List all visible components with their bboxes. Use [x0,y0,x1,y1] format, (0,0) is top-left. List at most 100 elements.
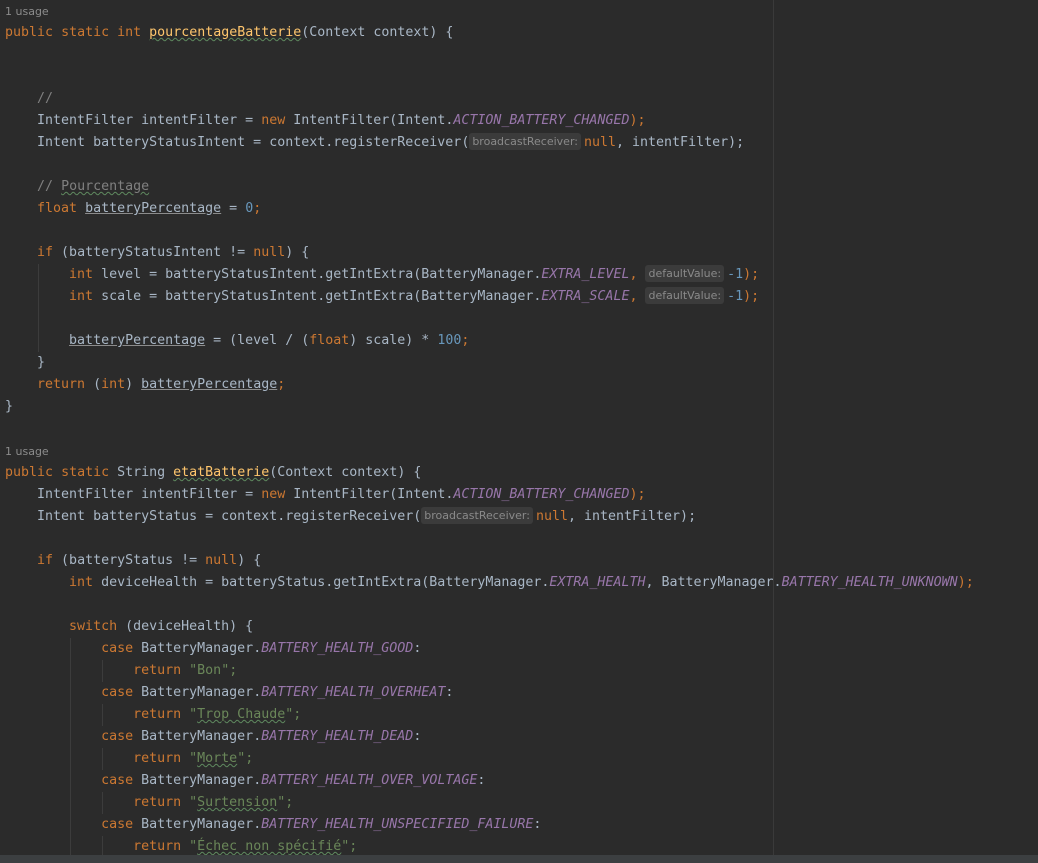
code-line[interactable]: return "Surtension"; [0,792,293,814]
code-line[interactable]: if (batteryStatus != null) { [0,550,261,572]
token: IntentFilter(Intent. [285,487,454,502]
token: return [133,795,182,810]
token: BatteryManager. [133,685,262,700]
string: Surtension [197,795,278,810]
code-line[interactable]: } [0,352,45,374]
token: if [37,553,54,568]
parameter-hint: defaultValue: [645,286,725,304]
code-line[interactable]: // Pourcentage [0,176,149,198]
token: , BatteryManager. [645,575,782,590]
parameter-hint: broadcastReceiver: [421,506,533,524]
code-line[interactable]: return "Morte"; [0,748,253,770]
token: null [253,245,286,260]
code-editor[interactable]: 1 usage public static int pourcentageBat… [0,0,1038,855]
token: scale = batteryStatusIntent.getIntExtra(… [93,289,542,304]
string: " [181,839,198,854]
code-line[interactable]: return "Échec non spécifié"; [0,836,357,855]
string: Morte [197,751,238,766]
token: deviceHealth = batteryStatus.getIntExtra… [93,575,550,590]
number: -1 [727,289,744,304]
code-line[interactable]: case BatteryManager.BATTERY_HEALTH_OVERH… [0,682,453,704]
token: ); [629,487,646,502]
code-line[interactable]: int scale = batteryStatusIntent.getIntEx… [0,286,759,308]
code-line[interactable]: case BatteryManager.BATTERY_HEALTH_DEAD: [0,726,421,748]
token: ) { [237,553,262,568]
token: : [533,817,542,832]
token: switch [69,619,118,634]
horizontal-scrollbar[interactable] [0,855,1038,863]
string: "; [237,751,254,766]
token: Intent batteryStatusIntent = context.reg… [37,135,470,150]
token: String [109,465,174,480]
string: "; [277,795,294,810]
string: " [181,751,198,766]
number: -1 [727,267,744,282]
string: Trop Chaude [197,707,286,722]
constant: EXTRA_HEALTH [549,575,646,590]
code-line[interactable]: int level = batteryStatusIntent.getIntEx… [0,264,759,286]
token: null [205,553,238,568]
token: BatteryManager. [133,817,262,832]
variable: batteryPercentage [141,377,278,392]
code-line[interactable]: if (batteryStatusIntent != null) { [0,242,309,264]
token: IntentFilter intentFilter = [37,113,262,128]
token: , [629,289,646,304]
string: " [181,795,198,810]
token: (batteryStatus != [53,553,206,568]
usage-count-label[interactable]: 1 usage [5,443,49,461]
token: (batteryStatusIntent != [53,245,254,260]
parameter-hint: broadcastReceiver: [469,132,581,150]
token: case [101,641,134,656]
string: Bon [197,663,222,678]
code-line[interactable]: // [0,88,53,110]
token: return [37,377,86,392]
token: case [101,685,134,700]
token: , intentFilter); [616,135,745,150]
code-line[interactable]: return (int) batteryPercentage; [0,374,285,396]
token: new [261,487,286,502]
comment: // [37,91,54,106]
token: (Context context) { [301,25,454,40]
string: "; [221,663,238,678]
token: , [629,267,646,282]
token: } [37,355,46,370]
code-line[interactable]: Intent batteryStatus = context.registerR… [0,506,696,528]
token: case [101,817,134,832]
token: if [37,245,54,260]
constant: BATTERY_HEALTH_DEAD [261,729,414,744]
code-line[interactable]: return "Bon"; [0,660,237,682]
constant: EXTRA_LEVEL [541,267,630,282]
token: case [101,773,134,788]
token: BatteryManager. [133,641,262,656]
method-name[interactable]: etatBatterie [173,465,269,480]
code-line[interactable]: switch (deviceHealth) { [0,616,253,638]
code-line[interactable]: batteryPercentage = (level / (float) sca… [0,330,469,352]
token: = [221,201,246,216]
token: static [61,25,110,40]
token: , intentFilter); [567,509,697,524]
code-line[interactable]: int deviceHealth = batteryStatus.getIntE… [0,572,974,594]
code-line[interactable]: } [0,396,13,418]
code-line[interactable]: case BatteryManager.BATTERY_HEALTH_UNSPE… [0,814,541,836]
method-name[interactable]: pourcentageBatterie [149,25,301,40]
token: : [413,729,422,744]
token: ( [85,377,102,392]
token: : [445,685,454,700]
code-line[interactable]: IntentFilter intentFilter = new IntentFi… [0,110,645,132]
token: ); [743,289,760,304]
code-line[interactable]: return "Trop Chaude"; [0,704,301,726]
code-line[interactable]: case BatteryManager.BATTERY_HEALTH_GOOD: [0,638,421,660]
code-line[interactable]: public static int pourcentageBatterie(Co… [0,22,453,44]
code-line[interactable]: IntentFilter intentFilter = new IntentFi… [0,484,645,506]
usage-count-label[interactable]: 1 usage [5,3,49,21]
code-line[interactable]: public static String etatBatterie(Contex… [0,462,421,484]
variable: batteryPercentage [85,201,222,216]
code-line[interactable]: float batteryPercentage = 0; [0,198,261,220]
token: : [477,773,486,788]
string: "; [285,707,302,722]
code-line[interactable]: Intent batteryStatusIntent = context.reg… [0,132,744,154]
code-line[interactable]: case BatteryManager.BATTERY_HEALTH_OVER_… [0,770,485,792]
token: ); [957,575,974,590]
